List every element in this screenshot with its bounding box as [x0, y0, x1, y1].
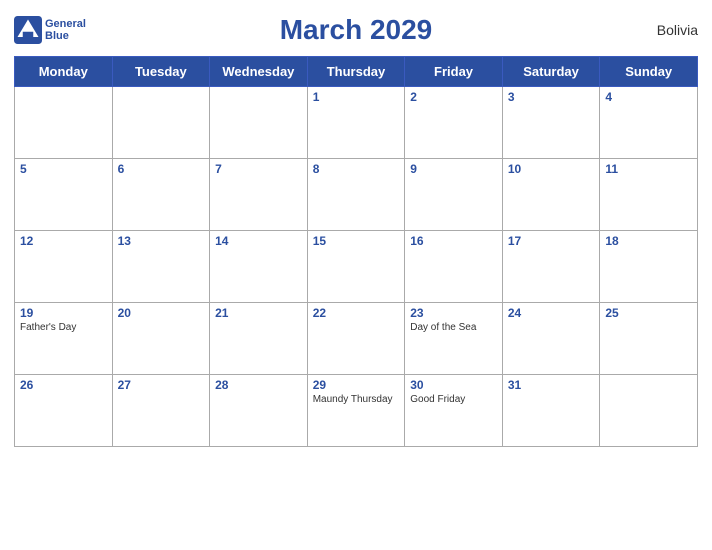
- weekday-header-sunday: Sunday: [600, 57, 698, 87]
- day-cell: 29 Maundy Thursday: [307, 375, 405, 447]
- day-cell: 27: [112, 375, 210, 447]
- day-cell: 1: [307, 87, 405, 159]
- day-number: 22: [313, 306, 400, 320]
- calendar-grid: MondayTuesdayWednesdayThursdayFridaySatu…: [14, 56, 698, 447]
- day-number: 13: [118, 234, 205, 248]
- day-number: 12: [20, 234, 107, 248]
- day-number: 5: [20, 162, 107, 176]
- logo-line2: Blue: [45, 30, 69, 42]
- event-label: Good Friday: [410, 394, 497, 405]
- day-number: 29: [313, 378, 400, 392]
- weekday-header-thursday: Thursday: [307, 57, 405, 87]
- day-cell: 5: [15, 159, 113, 231]
- day-number: 24: [508, 306, 595, 320]
- weekday-header-saturday: Saturday: [502, 57, 600, 87]
- day-number: 21: [215, 306, 302, 320]
- day-number: 18: [605, 234, 692, 248]
- day-cell: 3: [502, 87, 600, 159]
- logo: General Blue: [14, 16, 86, 44]
- day-number: 3: [508, 90, 595, 104]
- event-label: Maundy Thursday: [313, 394, 400, 405]
- day-cell: 6: [112, 159, 210, 231]
- day-cell: 8: [307, 159, 405, 231]
- calendar-wrapper: General Blue March 2029 Bolivia MondayTu…: [0, 0, 712, 550]
- week-row-1: 1234: [15, 87, 698, 159]
- day-cell: 22: [307, 303, 405, 375]
- day-cell: 12: [15, 231, 113, 303]
- day-number: 7: [215, 162, 302, 176]
- day-cell: [112, 87, 210, 159]
- day-cell: 7: [210, 159, 308, 231]
- day-cell: 31: [502, 375, 600, 447]
- day-number: 15: [313, 234, 400, 248]
- weekday-header-row: MondayTuesdayWednesdayThursdayFridaySatu…: [15, 57, 698, 87]
- day-number: 20: [118, 306, 205, 320]
- day-cell: 30 Good Friday: [405, 375, 503, 447]
- weekday-header-wednesday: Wednesday: [210, 57, 308, 87]
- day-cell: 28: [210, 375, 308, 447]
- week-row-2: 56789 10 11: [15, 159, 698, 231]
- day-number: 6: [118, 162, 205, 176]
- day-number: 9: [410, 162, 497, 176]
- day-cell: 21: [210, 303, 308, 375]
- weekday-header-friday: Friday: [405, 57, 503, 87]
- calendar-title: March 2029: [280, 14, 433, 46]
- day-number: 10: [508, 162, 595, 176]
- day-number: 28: [215, 378, 302, 392]
- day-cell: 14: [210, 231, 308, 303]
- logo-text: General Blue: [45, 18, 86, 42]
- day-cell: 13: [112, 231, 210, 303]
- day-cell: 17: [502, 231, 600, 303]
- calendar-country: Bolivia: [657, 22, 698, 38]
- week-row-3: 12 13 14 15 16 17 18: [15, 231, 698, 303]
- day-cell: [600, 375, 698, 447]
- day-number: 16: [410, 234, 497, 248]
- weekday-header-tuesday: Tuesday: [112, 57, 210, 87]
- day-number: 26: [20, 378, 107, 392]
- day-cell: 10: [502, 159, 600, 231]
- week-row-5: 26 27 28 29 Maundy Thursday 30 Good Friday 31: [15, 375, 698, 447]
- event-label: Day of the Sea: [410, 322, 497, 333]
- day-number: 27: [118, 378, 205, 392]
- day-number: 14: [215, 234, 302, 248]
- day-number: 19: [20, 306, 107, 320]
- day-cell: 18: [600, 231, 698, 303]
- day-number: 31: [508, 378, 595, 392]
- day-number: 25: [605, 306, 692, 320]
- day-cell: 2: [405, 87, 503, 159]
- day-cell: 26: [15, 375, 113, 447]
- week-row-4: 19 Father's Day 20 21 22 23 Day of the Sea 24 25: [15, 303, 698, 375]
- weekday-header-monday: Monday: [15, 57, 113, 87]
- day-cell: 11: [600, 159, 698, 231]
- day-number: 23: [410, 306, 497, 320]
- day-cell: 15: [307, 231, 405, 303]
- day-cell: 24: [502, 303, 600, 375]
- logo-icon: [14, 16, 42, 44]
- day-number: 2: [410, 90, 497, 104]
- day-cell: 20: [112, 303, 210, 375]
- day-number: 1: [313, 90, 400, 104]
- day-cell: 23 Day of the Sea: [405, 303, 503, 375]
- event-label: Father's Day: [20, 322, 107, 333]
- day-number: 11: [605, 162, 692, 176]
- logo-line1: General: [45, 18, 86, 30]
- day-cell: 9: [405, 159, 503, 231]
- day-number: 8: [313, 162, 400, 176]
- day-cell: 4: [600, 87, 698, 159]
- day-number: 30: [410, 378, 497, 392]
- day-number: 4: [605, 90, 692, 104]
- calendar-header: General Blue March 2029 Bolivia: [14, 10, 698, 50]
- day-cell: 19 Father's Day: [15, 303, 113, 375]
- day-number: 17: [508, 234, 595, 248]
- day-cell: [15, 87, 113, 159]
- day-cell: 16: [405, 231, 503, 303]
- day-cell: [210, 87, 308, 159]
- day-cell: 25: [600, 303, 698, 375]
